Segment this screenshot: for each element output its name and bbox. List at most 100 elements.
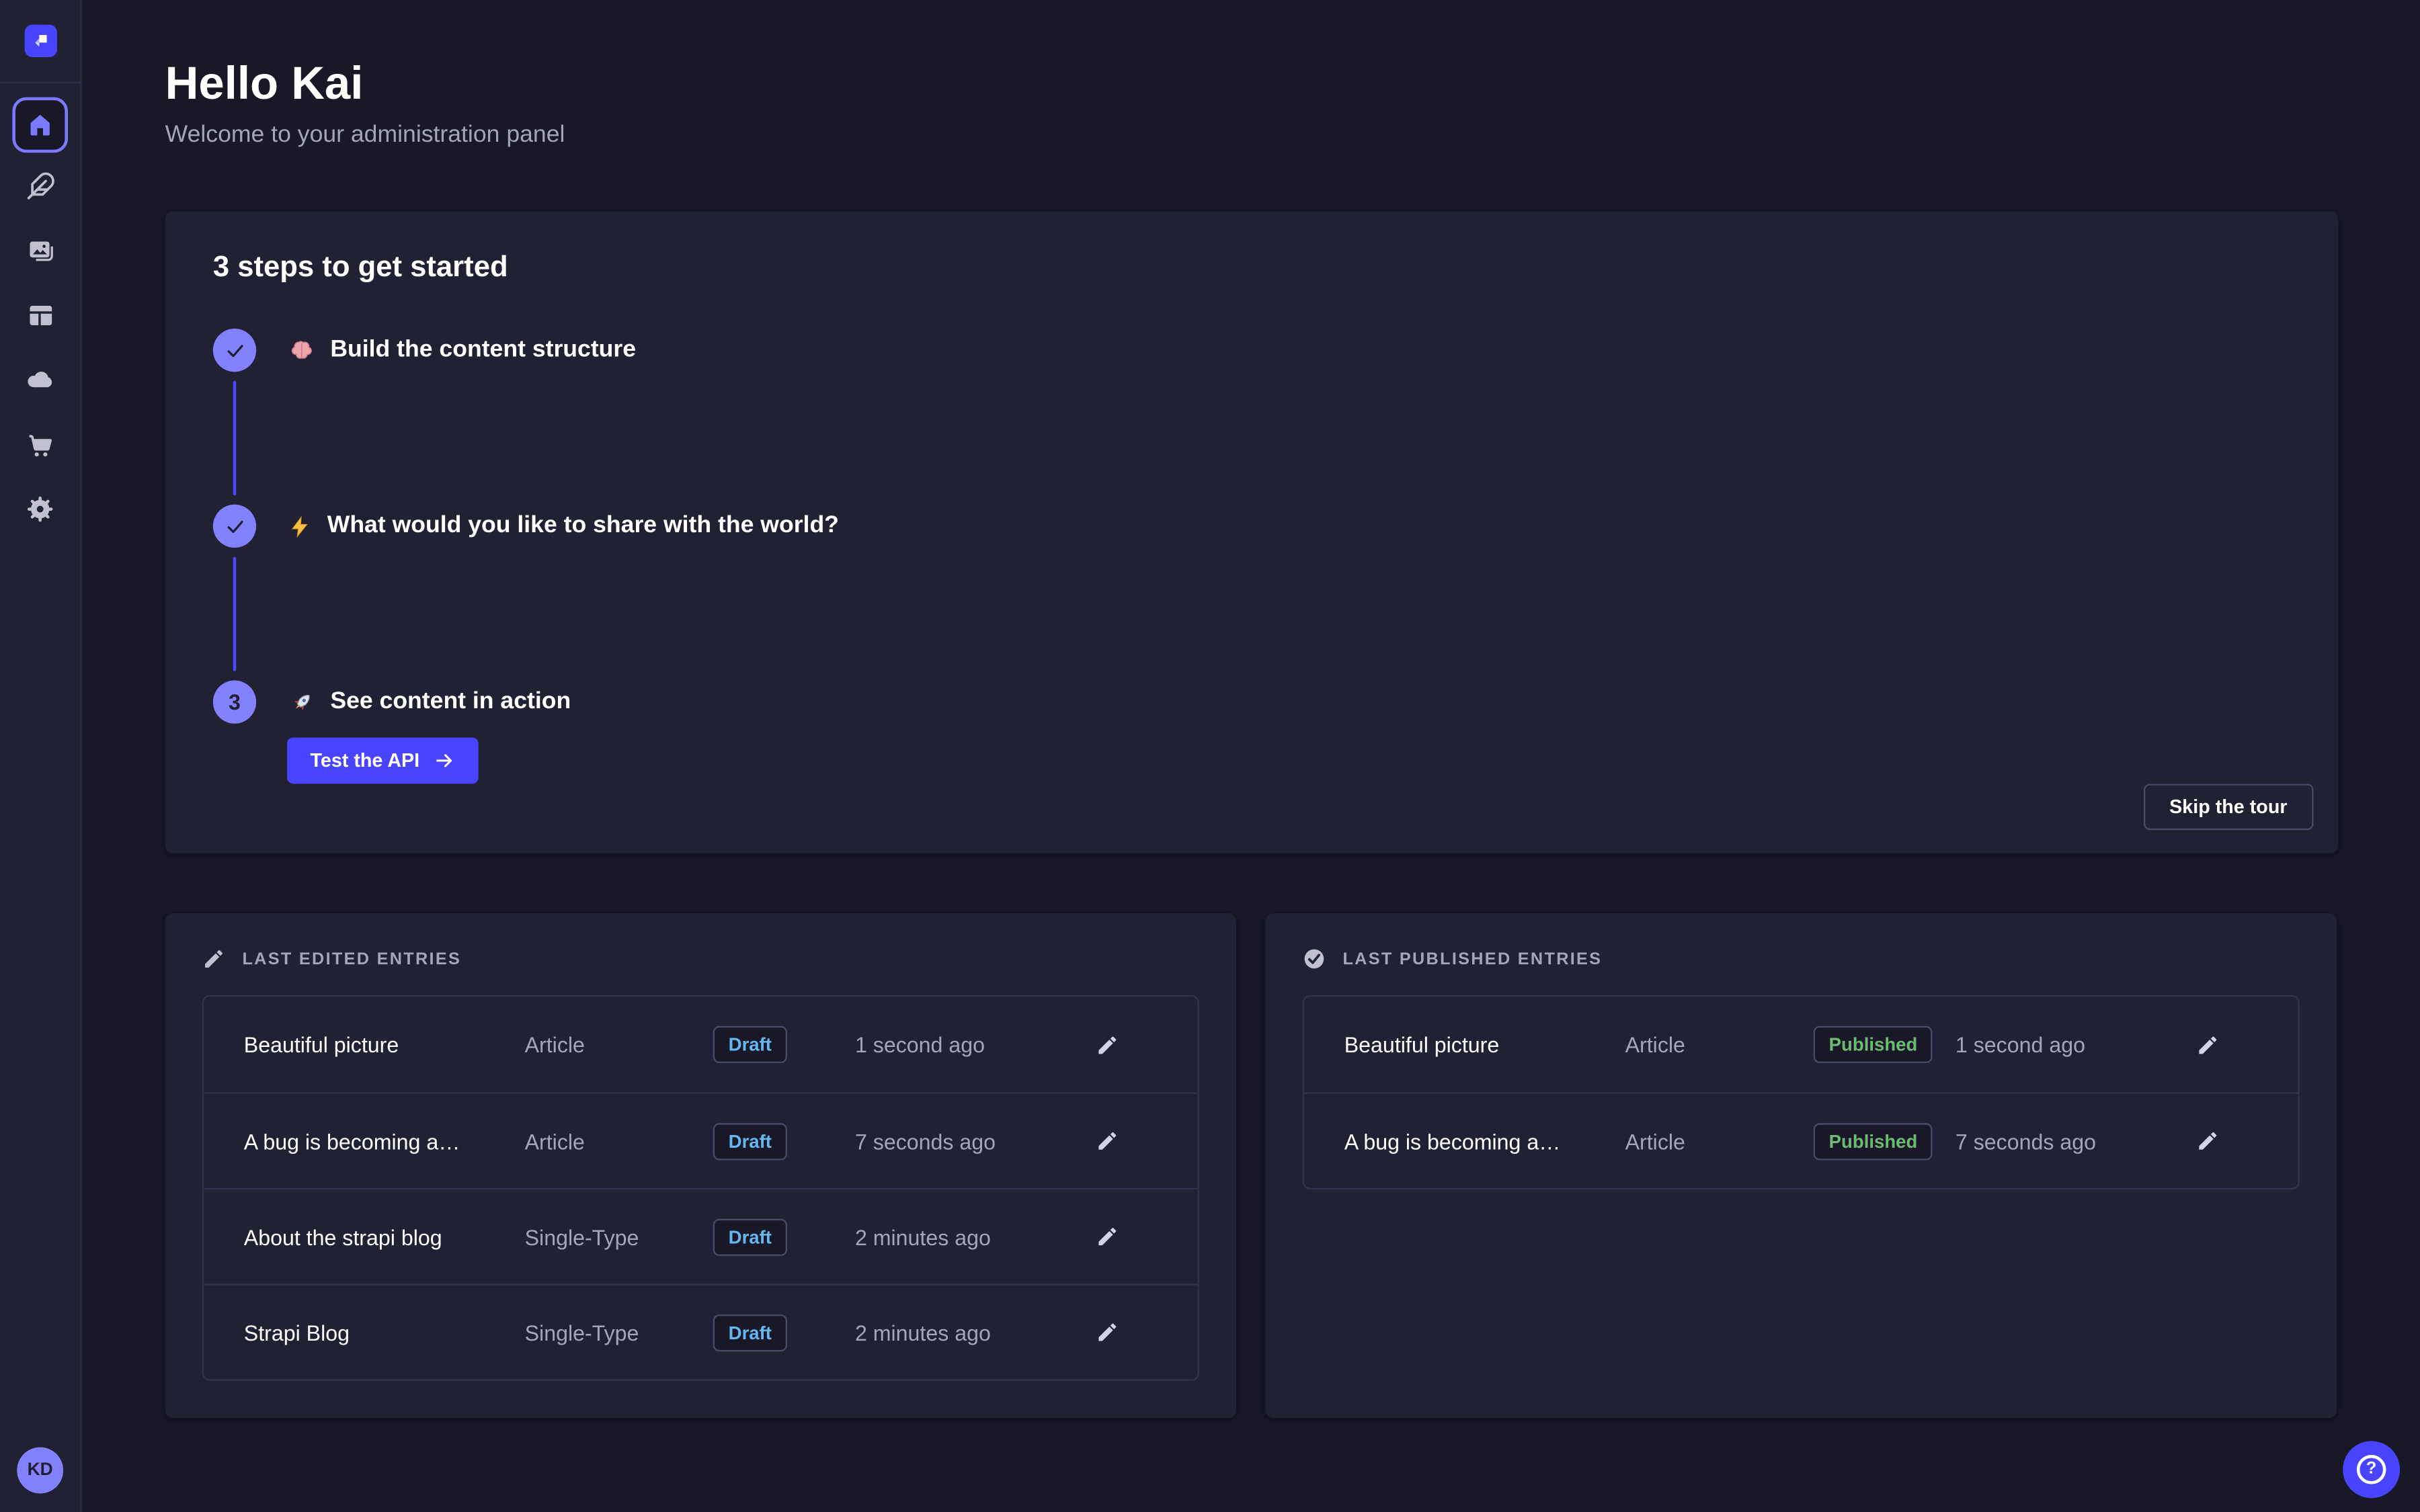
last-edited-panel: LAST EDITED ENTRIES Beautiful picture Ar… bbox=[165, 913, 1236, 1418]
last-published-panel: LAST PUBLISHED ENTRIES Beautiful picture… bbox=[1266, 913, 2337, 1418]
brain-emoji bbox=[288, 337, 315, 364]
arrow-right-icon bbox=[434, 750, 455, 771]
entry-time: 1 second ago bbox=[855, 1032, 1084, 1057]
entry-time: 2 minutes ago bbox=[855, 1320, 1084, 1345]
entry-time: 7 seconds ago bbox=[1955, 1128, 2184, 1153]
entry-title: Strapi Blog bbox=[244, 1320, 525, 1345]
table-row: Beautiful picture Article Published 1 se… bbox=[1304, 997, 2298, 1092]
pencil-icon bbox=[2195, 1033, 2218, 1056]
sidebar-item-cloud[interactable] bbox=[9, 347, 71, 412]
edit-entry-button[interactable] bbox=[2195, 1130, 2218, 1152]
status-badge: Draft bbox=[713, 1122, 787, 1159]
tour-step-see-content: 3 See content in action bbox=[213, 681, 571, 724]
table-row: Strapi Blog Single-Type Draft 2 minutes … bbox=[204, 1284, 1198, 1379]
entry-type: Single-Type bbox=[525, 1224, 713, 1249]
sidebar: KD bbox=[0, 0, 82, 1512]
tour-step-build-content: Build the content structure bbox=[213, 329, 636, 372]
table-row: About the strapi blog Single-Type Draft … bbox=[204, 1188, 1198, 1284]
last-published-header: LAST PUBLISHED ENTRIES bbox=[1303, 948, 1603, 970]
step-connector bbox=[233, 381, 237, 495]
status-badge: Draft bbox=[713, 1026, 787, 1063]
last-edited-table: Beautiful picture Article Draft 1 second… bbox=[202, 995, 1199, 1381]
entry-title: About the strapi blog bbox=[244, 1224, 525, 1249]
edit-entry-button[interactable] bbox=[1095, 1225, 1118, 1248]
help-button[interactable]: ? bbox=[2343, 1441, 2400, 1498]
last-edited-header: LAST EDITED ENTRIES bbox=[202, 948, 461, 970]
feather-icon bbox=[26, 171, 55, 200]
action-cell bbox=[2184, 1033, 2230, 1056]
action-cell bbox=[1084, 1225, 1130, 1248]
status-cell: Published bbox=[1814, 1026, 1955, 1063]
check-circle-icon bbox=[1303, 948, 1326, 970]
strapi-logo-icon bbox=[31, 31, 51, 51]
action-cell bbox=[1084, 1033, 1130, 1056]
step-label: Build the content structure bbox=[288, 337, 636, 364]
step-number-circle: 3 bbox=[213, 681, 256, 724]
step-label: See content in action bbox=[288, 688, 571, 716]
page-subtitle: Welcome to your administration panel bbox=[165, 122, 565, 149]
admin-panel: KD Hello Kai Welcome to your administrat… bbox=[0, 0, 2420, 1512]
sidebar-item-content-type-builder[interactable] bbox=[9, 282, 71, 347]
check-icon bbox=[225, 516, 245, 536]
sidebar-item-content-manager[interactable] bbox=[9, 153, 71, 217]
sidebar-item-settings[interactable] bbox=[9, 476, 71, 541]
layout-icon bbox=[26, 300, 55, 330]
pencil-icon bbox=[1095, 1130, 1118, 1152]
status-cell: Draft bbox=[713, 1026, 855, 1063]
sidebar-nav bbox=[0, 97, 80, 542]
strapi-logo[interactable] bbox=[25, 25, 57, 57]
skip-tour-button[interactable]: Skip the tour bbox=[2143, 784, 2313, 830]
step-done-circle bbox=[213, 505, 256, 548]
zap-emoji bbox=[288, 515, 311, 538]
pencil-icon bbox=[2195, 1130, 2218, 1152]
status-cell: Draft bbox=[713, 1314, 855, 1351]
rocket-emoji bbox=[288, 689, 315, 715]
action-cell bbox=[1084, 1320, 1130, 1343]
entry-type: Article bbox=[525, 1128, 713, 1153]
status-badge: Published bbox=[1814, 1026, 1933, 1063]
entry-time: 7 seconds ago bbox=[855, 1128, 1084, 1153]
action-cell bbox=[1084, 1130, 1130, 1152]
pencil-icon bbox=[1095, 1320, 1118, 1343]
status-badge: Draft bbox=[713, 1314, 787, 1351]
panel-title: LAST PUBLISHED ENTRIES bbox=[1342, 950, 1602, 968]
shopping-cart-icon bbox=[26, 429, 55, 459]
pencil-icon bbox=[1095, 1225, 1118, 1248]
step-connector bbox=[233, 557, 237, 671]
check-icon bbox=[225, 340, 245, 360]
gear-icon bbox=[25, 494, 56, 525]
pencil-icon bbox=[1095, 1033, 1118, 1056]
user-avatar[interactable]: KD bbox=[17, 1447, 63, 1494]
page-title: Hello Kai bbox=[165, 58, 364, 111]
sidebar-item-home[interactable] bbox=[12, 97, 68, 153]
sidebar-item-media-library[interactable] bbox=[9, 218, 71, 282]
table-row: A bug is becoming a… Article Draft 7 sec… bbox=[204, 1093, 1198, 1188]
last-published-table: Beautiful picture Article Published 1 se… bbox=[1303, 995, 2300, 1189]
status-badge: Published bbox=[1814, 1122, 1933, 1159]
table-row: Beautiful picture Article Draft 1 second… bbox=[204, 997, 1198, 1092]
home-icon bbox=[26, 111, 54, 138]
status-cell: Published bbox=[1814, 1122, 1955, 1159]
status-cell: Draft bbox=[713, 1122, 855, 1159]
entry-title: Beautiful picture bbox=[244, 1032, 525, 1057]
entry-title: A bug is becoming a… bbox=[244, 1128, 525, 1153]
edit-entry-button[interactable] bbox=[1095, 1320, 1118, 1343]
step-done-circle bbox=[213, 329, 256, 372]
tour-step-share-content: What would you like to share with the wo… bbox=[213, 505, 839, 548]
getting-started-card: 3 steps to get started Build the content… bbox=[165, 212, 2339, 853]
question-mark-icon: ? bbox=[2357, 1455, 2386, 1484]
entry-type: Article bbox=[525, 1032, 713, 1057]
panel-title: LAST EDITED ENTRIES bbox=[242, 950, 461, 968]
action-cell bbox=[2184, 1130, 2230, 1152]
entry-type: Article bbox=[1625, 1032, 1814, 1057]
sidebar-item-marketplace[interactable] bbox=[9, 412, 71, 476]
edit-entry-button[interactable] bbox=[1095, 1130, 1118, 1152]
cloud-icon bbox=[25, 364, 56, 395]
entry-title: A bug is becoming a… bbox=[1344, 1128, 1625, 1153]
entry-time: 1 second ago bbox=[1955, 1032, 2184, 1057]
test-api-button[interactable]: Test the API bbox=[287, 737, 478, 784]
edit-entry-button[interactable] bbox=[2195, 1033, 2218, 1056]
edit-entry-button[interactable] bbox=[1095, 1033, 1118, 1056]
sidebar-divider bbox=[0, 82, 80, 83]
step-label: What would you like to share with the wo… bbox=[288, 512, 839, 540]
